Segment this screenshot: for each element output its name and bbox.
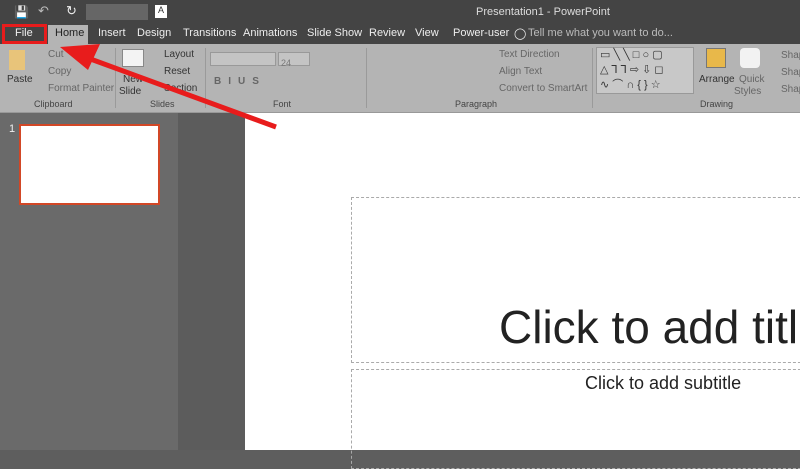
red-arrow-annotation <box>60 44 277 130</box>
